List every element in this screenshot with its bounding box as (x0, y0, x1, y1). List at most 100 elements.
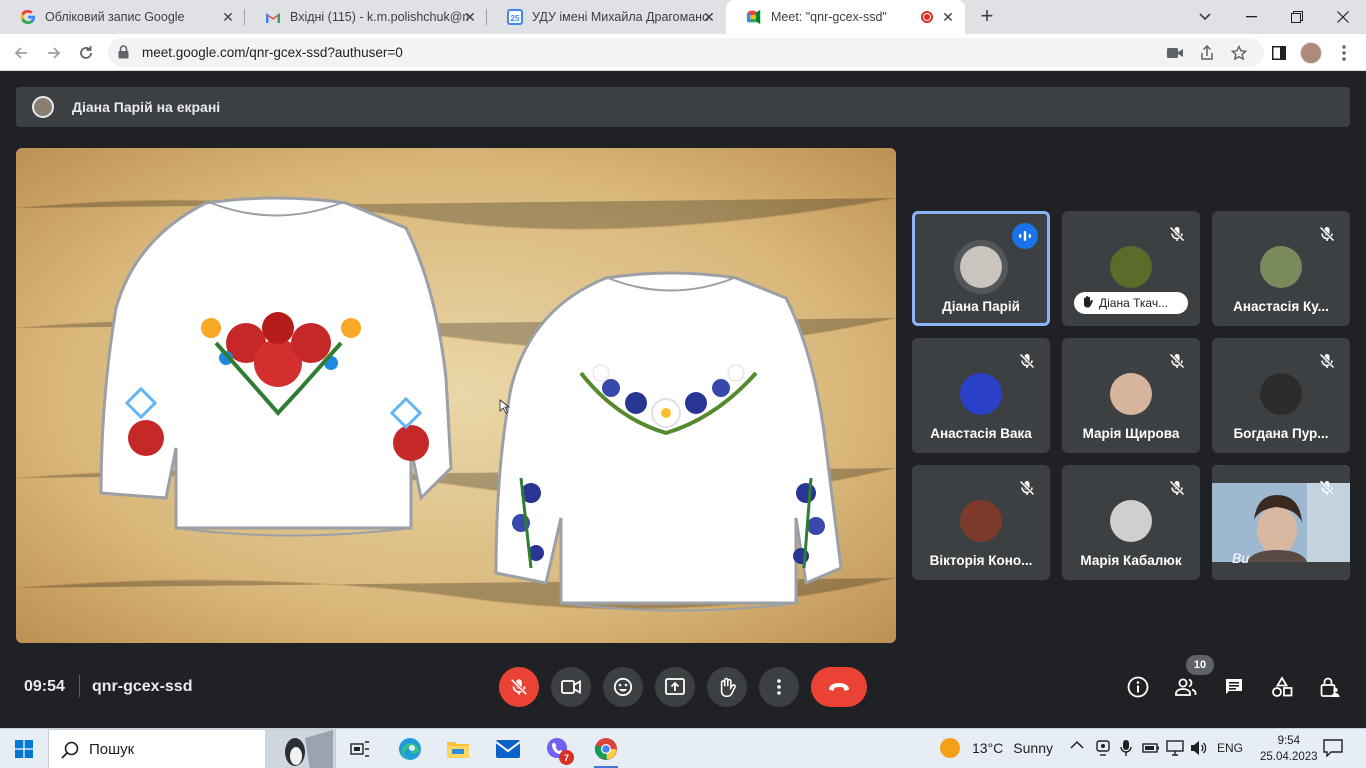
participant-tile[interactable]: Богдана Пур... (1212, 338, 1350, 453)
close-window-button[interactable] (1320, 0, 1366, 34)
video-camera-icon (561, 680, 581, 694)
info-icon (1127, 676, 1149, 698)
activities-button[interactable] (1269, 674, 1295, 700)
url-text: meet.google.com/qnr-gcex-ssd?authuser=0 (142, 45, 403, 60)
address-bar[interactable]: meet.google.com/qnr-gcex-ssd?authuser=0 (108, 38, 1264, 67)
chrome-menu-icon[interactable] (1332, 41, 1356, 65)
self-video-tile[interactable]: Ви (1212, 465, 1350, 580)
participant-name: Діана Ткач... (1099, 296, 1169, 310)
raised-hand-badge: Діана Ткач... (1074, 292, 1188, 314)
battery-icon[interactable] (1142, 741, 1160, 758)
tab-title: Обліковий запис Google (45, 10, 185, 24)
presenting-banner: Діана Парій на екрані (16, 87, 1350, 127)
mic-off-icon (1318, 352, 1336, 370)
edge-browser-icon[interactable] (396, 735, 424, 763)
shared-screen[interactable] (16, 148, 896, 643)
input-language[interactable]: ENG (1217, 741, 1243, 755)
presenting-banner-text: Діана Парій на екрані (72, 99, 221, 115)
camera-toggle-button[interactable] (551, 667, 591, 707)
forward-button[interactable] (42, 41, 66, 65)
side-panel-icon[interactable] (1267, 41, 1291, 65)
weather-temperature: 13°C (972, 740, 1004, 756)
lock-icon[interactable] (118, 45, 129, 64)
participant-name: Ви (1232, 550, 1250, 566)
reload-button[interactable] (74, 41, 98, 65)
volume-icon[interactable] (1190, 740, 1208, 759)
present-screen-button[interactable] (655, 667, 695, 707)
tab-close-icon[interactable]: ✕ (463, 10, 477, 24)
meeting-details-button[interactable] (1125, 674, 1151, 700)
more-options-button[interactable] (759, 667, 799, 707)
viber-icon[interactable]: 7 (544, 735, 574, 765)
file-explorer-icon[interactable] (444, 735, 472, 763)
network-icon[interactable] (1166, 740, 1184, 759)
gmail-icon (265, 9, 281, 25)
tab-calendar[interactable]: 25 УДУ імені Михайла Драгоманова ✕ (487, 0, 726, 34)
participant-name: Анастасія Вака (930, 426, 1032, 441)
weather-widget[interactable]: 13°C Sunny (940, 738, 1053, 758)
tab-google-account[interactable]: Обліковий запис Google ✕ (0, 0, 245, 34)
tab-close-icon[interactable]: ✕ (221, 10, 235, 24)
reactions-button[interactable] (603, 667, 643, 707)
raise-hand-button[interactable] (707, 667, 747, 707)
share-icon[interactable] (1198, 44, 1216, 62)
search-highlight-illustration (265, 730, 335, 768)
system-clock[interactable]: 9:54 25.04.2023 (1260, 733, 1318, 765)
hang-up-icon (829, 683, 849, 691)
task-view-icon[interactable] (346, 735, 374, 763)
notifications-icon[interactable] (1323, 739, 1343, 760)
participant-tile[interactable]: Діана Ткач... (1062, 211, 1200, 326)
search-icon (61, 741, 79, 764)
mic-off-icon (1168, 225, 1186, 243)
present-icon (665, 678, 685, 695)
show-hidden-icons-chevron-icon[interactable] (1070, 739, 1084, 753)
camera-in-use-icon[interactable] (1166, 44, 1184, 62)
tab-meet[interactable]: Meet: "qnr-gcex-ssd" ✕ (726, 0, 965, 34)
avatar (1110, 246, 1152, 288)
participant-count-badge: 10 (1186, 655, 1214, 675)
participant-tile[interactable]: Марія Щирова (1062, 338, 1200, 453)
avatar (1260, 373, 1302, 415)
minimize-button[interactable] (1228, 0, 1274, 34)
tab-close-icon[interactable]: ✕ (702, 10, 716, 24)
mail-app-icon[interactable] (494, 735, 522, 763)
restore-button[interactable] (1274, 0, 1320, 34)
tab-gmail[interactable]: Вхідні (115) - k.m.polishchuk@np ✕ (245, 0, 487, 34)
participant-tile[interactable]: Анастасія Вака (912, 338, 1050, 453)
raised-hand-icon (720, 677, 736, 697)
search-placeholder: Пошук (89, 741, 135, 758)
meeting-time: 09:54 (24, 678, 65, 695)
profile-avatar[interactable] (1299, 41, 1323, 65)
mic-off-icon (1018, 352, 1036, 370)
presenter-avatar (32, 96, 54, 118)
tab-search-icon[interactable] (1182, 0, 1228, 34)
new-tab-button[interactable]: + (975, 5, 999, 29)
calendar-icon: 25 (507, 9, 523, 25)
people-button[interactable] (1173, 674, 1199, 700)
host-controls-button[interactable] (1317, 674, 1343, 700)
participant-tile[interactable]: Діана Парій (912, 211, 1050, 326)
meet-icon (746, 9, 762, 25)
taskbar-search-box[interactable]: Пошук (48, 729, 336, 768)
sun-icon (940, 738, 960, 758)
more-vert-icon (777, 679, 781, 695)
leave-call-button[interactable] (811, 667, 867, 707)
back-button[interactable] (9, 41, 33, 65)
tab-close-icon[interactable]: ✕ (941, 10, 955, 24)
participant-name: Марія Щирова (1082, 426, 1180, 441)
participant-tile[interactable]: Марія Кабалюк (1062, 465, 1200, 580)
chat-button[interactable] (1221, 674, 1247, 700)
participant-tile[interactable]: Вікторія Коно... (912, 465, 1050, 580)
webcam-tray-icon[interactable] (1096, 740, 1110, 759)
meet-app: Діана Парій на екрані Діана Парій Діана … (0, 71, 1366, 728)
microphone-tray-icon[interactable] (1120, 739, 1132, 760)
right-blouse (494, 271, 843, 612)
chrome-taskbar-icon[interactable] (592, 735, 620, 768)
start-button[interactable] (10, 735, 38, 763)
avatar (960, 500, 1002, 542)
tab-title: УДУ імені Михайла Драгоманова (532, 10, 710, 24)
participant-tile[interactable]: Анастасія Ку... (1212, 211, 1350, 326)
system-date: 25.04.2023 (1260, 751, 1318, 763)
bookmark-star-icon[interactable] (1230, 44, 1248, 62)
microphone-toggle-button[interactable] (499, 667, 539, 707)
